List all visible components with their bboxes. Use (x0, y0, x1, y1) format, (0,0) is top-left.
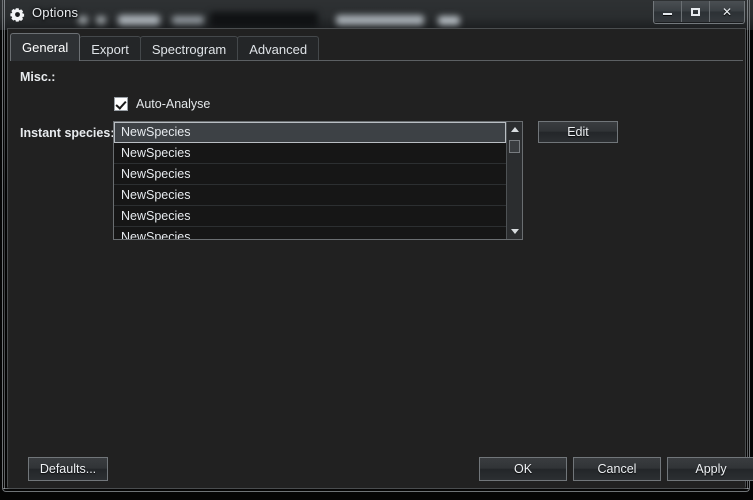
tab-spectrogram[interactable]: Spectrogram (139, 36, 239, 61)
edit-button-label: Edit (567, 125, 589, 139)
maximize-button[interactable] (682, 1, 710, 22)
list-item-label: NewSpecies (121, 230, 191, 239)
list-item-label: NewSpecies (121, 146, 191, 160)
chevron-down-icon (510, 229, 519, 234)
tab-advanced-label: Advanced (249, 41, 308, 57)
close-button[interactable]: ✕ (710, 1, 744, 22)
scrollbar-thumb[interactable] (509, 140, 520, 153)
tab-list: General Export Spectrogram Advanced (10, 33, 320, 61)
auto-analyse-label: Auto-Analyse (136, 97, 211, 111)
scroll-down-button[interactable] (507, 224, 522, 239)
list-item[interactable]: NewSpecies (114, 206, 506, 227)
tab-general[interactable]: General (10, 33, 81, 61)
auto-analyse-row[interactable]: Auto-Analyse (114, 97, 210, 111)
maximize-icon (691, 7, 700, 16)
defaults-button-label: Defaults... (39, 462, 97, 476)
list-item-label: NewSpecies (121, 167, 191, 181)
list-item[interactable]: NewSpecies (114, 122, 506, 143)
edit-button[interactable]: Edit (538, 121, 618, 143)
options-dialog-window: Options ✕ General Export Spectrogram Adv… (0, 0, 753, 495)
misc-section-label: Misc.: (20, 70, 56, 84)
title-bar[interactable]: Options ✕ (0, 0, 753, 28)
defaults-button[interactable]: Defaults... (28, 457, 108, 481)
list-item-label: NewSpecies (121, 188, 191, 202)
list-item[interactable]: NewSpecies (114, 143, 506, 164)
cancel-button-label: Cancel (597, 462, 637, 476)
window-title: Options (32, 5, 79, 20)
chevron-up-icon (510, 127, 519, 132)
tab-advanced[interactable]: Advanced (237, 36, 320, 61)
general-tab-panel: Misc.: Auto-Analyse Instant species: New… (8, 61, 753, 488)
cancel-button[interactable]: Cancel (573, 457, 661, 481)
scroll-up-button[interactable] (507, 122, 522, 137)
instant-species-listbox[interactable]: NewSpecies NewSpecies NewSpecies NewSpec… (113, 121, 523, 240)
list-item[interactable]: NewSpecies (114, 227, 506, 239)
apply-button[interactable]: Apply (667, 457, 753, 481)
auto-analyse-checkbox[interactable] (114, 97, 128, 111)
close-icon: ✕ (721, 4, 733, 19)
tab-strip: General Export Spectrogram Advanced (10, 33, 743, 62)
list-item[interactable]: NewSpecies (114, 164, 506, 185)
apply-button-label: Apply (695, 462, 727, 476)
minimize-icon (663, 13, 672, 15)
ok-button[interactable]: OK (479, 457, 567, 481)
instant-species-label: Instant species: (20, 126, 115, 140)
window-edge-left (4, 0, 5, 489)
gear-icon (10, 8, 25, 22)
window-edge-right (747, 0, 748, 489)
tab-export[interactable]: Export (79, 36, 141, 61)
window-control-group: ✕ (653, 1, 745, 24)
listbox-scrollbar[interactable] (506, 122, 522, 239)
minimize-button[interactable] (654, 1, 682, 22)
list-item-label: NewSpecies (121, 125, 191, 139)
tab-general-label: General (22, 40, 69, 55)
tab-spectrogram-label: Spectrogram (151, 41, 227, 57)
species-list-items: NewSpecies NewSpecies NewSpecies NewSpec… (114, 122, 506, 239)
list-item[interactable]: NewSpecies (114, 185, 506, 206)
list-item-label: NewSpecies (121, 209, 191, 223)
ok-button-label: OK (513, 462, 533, 476)
tab-export-label: Export (91, 41, 129, 57)
